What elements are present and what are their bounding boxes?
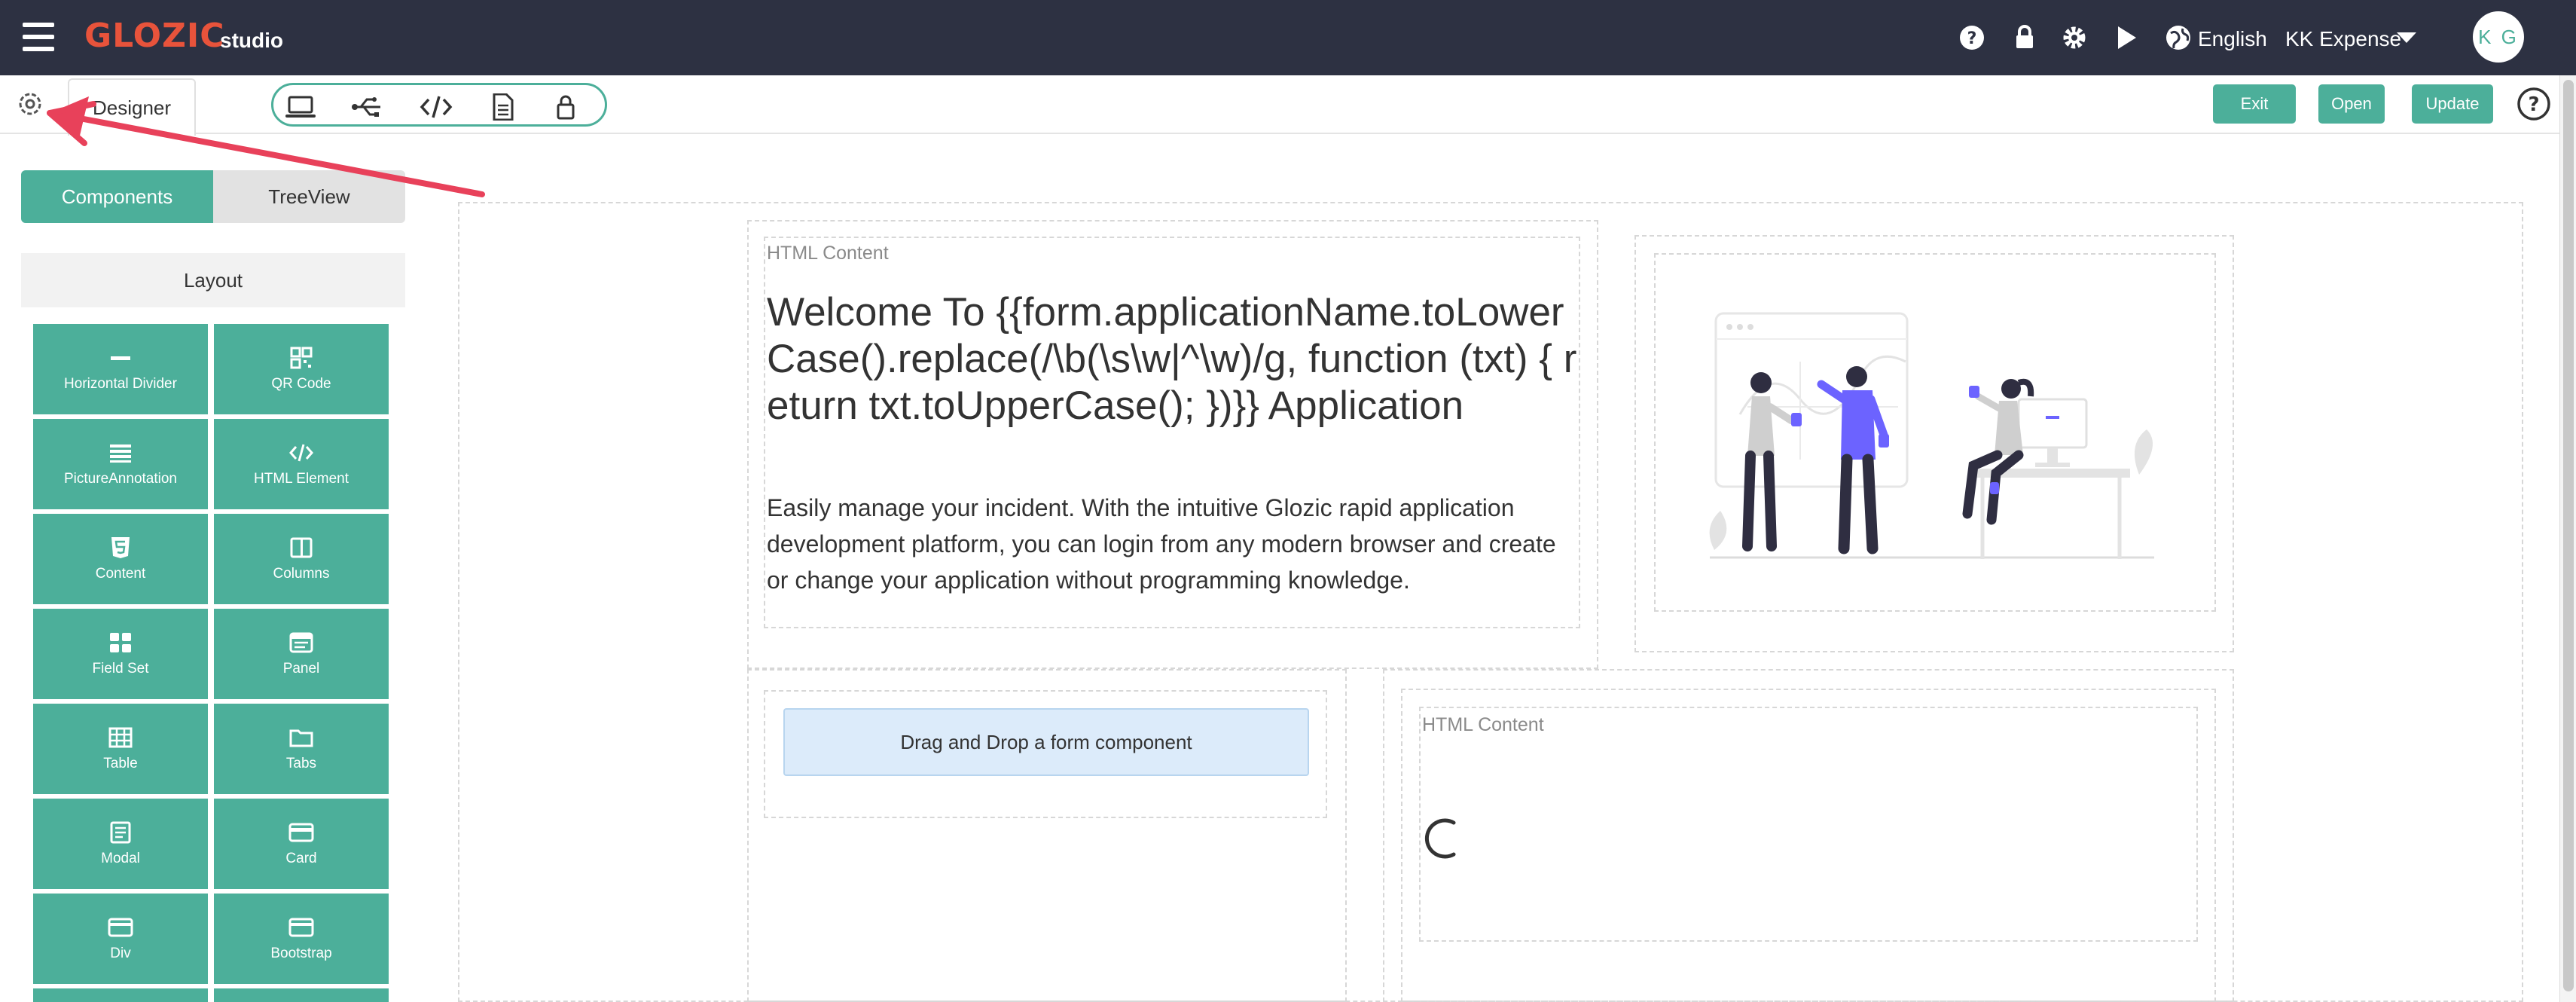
layout-section-header[interactable]: Layout (21, 253, 405, 307)
component-picture-annotation[interactable]: PictureAnnotation (33, 419, 208, 509)
language-selector[interactable]: English (2198, 27, 2267, 51)
component-qr-code[interactable]: QR Code (214, 324, 389, 414)
component-table[interactable]: Table (33, 704, 208, 794)
component-horizontal-divider[interactable]: Horizontal Divider (33, 324, 208, 414)
divider-icon (111, 356, 130, 360)
html-content-label: HTML Content (1422, 714, 1544, 735)
logo-subtitle: studio (220, 29, 283, 52)
code-icon (289, 444, 313, 462)
exit-button[interactable]: Exit (2213, 84, 2296, 124)
form-settings-gear-icon[interactable] (15, 89, 45, 119)
panel-icon (289, 632, 313, 653)
grid-icon (110, 633, 131, 652)
panel-tab-switch: Components TreeView (21, 170, 405, 223)
logo: GLOZIC (84, 17, 225, 55)
update-button[interactable]: Update (2412, 84, 2493, 124)
div-icon (108, 918, 133, 937)
code-view-icon[interactable] (420, 93, 453, 121)
open-button[interactable]: Open (2318, 84, 2385, 124)
folder-icon (289, 729, 313, 747)
html5-icon (111, 537, 130, 558)
hamburger-menu-icon[interactable] (23, 23, 54, 51)
drop-zone[interactable]: Drag and Drop a form component (783, 708, 1309, 776)
modal-icon (110, 821, 131, 844)
application-selector[interactable]: KK Expense (2285, 27, 2401, 51)
view-mode-group (271, 83, 607, 127)
loading-spinner-icon (1424, 818, 1456, 859)
component-modal[interactable]: Modal (33, 799, 208, 889)
html-content-label: HTML Content (767, 243, 889, 264)
component-panel[interactable]: Panel (214, 609, 389, 699)
component-html-element[interactable]: HTML Element (214, 419, 389, 509)
team-illustration (1709, 312, 2154, 559)
usb-icon[interactable] (350, 93, 383, 121)
component-tabs[interactable]: Tabs (214, 704, 389, 794)
lock-icon[interactable] (2010, 23, 2040, 53)
tab-treeview[interactable]: TreeView (213, 170, 405, 223)
columns-icon (290, 537, 313, 558)
settings-icon[interactable] (2059, 23, 2089, 53)
desktop-preview-icon[interactable] (284, 93, 317, 121)
bootstrap-icon (288, 918, 314, 937)
user-avatar[interactable]: K G (2473, 11, 2524, 63)
caret-down-icon[interactable] (2395, 30, 2418, 45)
component-div[interactable]: Div (33, 894, 208, 984)
list-icon (110, 444, 131, 463)
tab-designer[interactable]: Designer (68, 78, 196, 136)
help-circle-icon[interactable]: ? (2516, 86, 2552, 122)
lock-outline-icon[interactable] (549, 93, 582, 121)
card-icon (288, 823, 314, 842)
welcome-description: Easily manage your incident. With the in… (767, 494, 1556, 594)
designer-toolbar: Designer Exit Open Update ? (0, 75, 2559, 136)
document-icon[interactable] (486, 93, 519, 121)
component-tile-partial[interactable] (33, 988, 208, 1002)
component-content[interactable]: Content (33, 514, 208, 604)
svg-text:?: ? (2528, 93, 2539, 116)
bottom-html-content[interactable] (1419, 707, 2198, 942)
top-navbar: GLOZIC studio ? English KK Expense K G (0, 0, 2576, 75)
vertical-scrollbar[interactable] (2559, 75, 2576, 1002)
qr-code-icon (290, 347, 313, 369)
scrollbar-thumb[interactable] (2563, 80, 2574, 991)
component-tile-partial[interactable] (214, 988, 389, 1002)
component-card[interactable]: Card (214, 799, 389, 889)
component-field-set[interactable]: Field Set (33, 609, 208, 699)
component-columns[interactable]: Columns (214, 514, 389, 604)
globe-icon[interactable] (2165, 24, 2192, 51)
svg-text:?: ? (1967, 29, 1977, 48)
help-icon[interactable]: ? (1957, 23, 1987, 53)
play-icon[interactable] (2111, 23, 2141, 53)
tab-components[interactable]: Components (21, 170, 213, 223)
welcome-heading: Welcome To {{form.applicationName.toLowe… (767, 290, 1577, 428)
component-bootstrap[interactable]: Bootstrap (214, 894, 389, 984)
app-root: GLOZIC studio ? English KK Expense K G D… (0, 0, 2576, 1002)
table-icon (108, 727, 133, 748)
